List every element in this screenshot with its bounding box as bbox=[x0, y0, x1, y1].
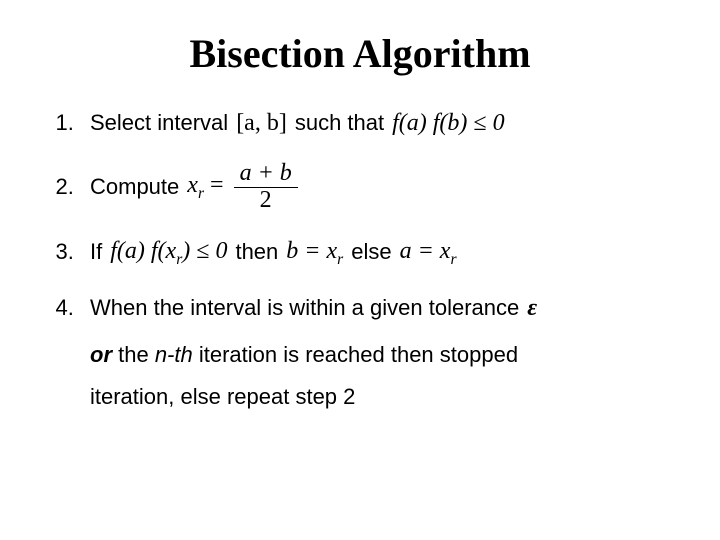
step-4-continuation: or the n-th iteration is reached then st… bbox=[90, 334, 690, 418]
then-lhs: b = x bbox=[286, 238, 337, 264]
slide: Bisection Algorithm Select interval [a, … bbox=[0, 0, 720, 540]
step-4: When the interval is within a given tole… bbox=[80, 292, 690, 418]
step-3-lead: If bbox=[90, 237, 102, 267]
xr-var: x bbox=[187, 173, 198, 199]
step-1-condition: f(a) f(b) ≤ 0 bbox=[392, 107, 504, 139]
fraction-den: 2 bbox=[234, 188, 298, 213]
step-3: If f(a) f(xr) ≤ 0 then b = xr else a = x… bbox=[80, 235, 690, 270]
step-1: Select interval [a, b] such that f(a) f(… bbox=[80, 107, 690, 139]
nth-word: n-th bbox=[155, 342, 193, 367]
step-4-line2a: the bbox=[112, 342, 155, 367]
step-1-lead: Select interval bbox=[90, 108, 228, 138]
slide-title: Bisection Algorithm bbox=[30, 30, 690, 77]
else-expr: a = xr bbox=[400, 235, 457, 270]
interval-bracket: [a, b] bbox=[236, 110, 287, 136]
epsilon-symbol: ε bbox=[527, 292, 537, 324]
step-4-line2b: iteration is reached then stopped bbox=[193, 342, 518, 367]
else-sub: r bbox=[450, 251, 456, 268]
step-4-line3: iteration, else repeat step 2 bbox=[90, 376, 690, 418]
eq-sign: = bbox=[204, 173, 230, 199]
then-expr: b = xr bbox=[286, 235, 343, 270]
fraction: a + b 2 bbox=[234, 161, 298, 212]
else-lhs: a = x bbox=[400, 238, 451, 264]
step-4-line1: When the interval is within a given tole… bbox=[90, 293, 519, 323]
then-word: then bbox=[235, 237, 278, 267]
step-2-formula: xr = a + b 2 bbox=[187, 161, 297, 212]
step-3-condition: f(a) f(xr) ≤ 0 bbox=[110, 235, 227, 270]
interval-math: [a, b] bbox=[236, 107, 287, 139]
algorithm-list: Select interval [a, b] such that f(a) f(… bbox=[30, 107, 690, 418]
cond-tail: ) ≤ 0 bbox=[182, 238, 227, 264]
step-2: Compute xr = a + b 2 bbox=[80, 161, 690, 212]
else-word: else bbox=[351, 237, 391, 267]
step-2-lead: Compute bbox=[90, 172, 179, 202]
cond-head: f(a) f(x bbox=[110, 238, 176, 264]
then-sub: r bbox=[337, 251, 343, 268]
fraction-num: a + b bbox=[234, 161, 298, 187]
step-1-mid: such that bbox=[295, 108, 384, 138]
or-word: or bbox=[90, 342, 112, 367]
